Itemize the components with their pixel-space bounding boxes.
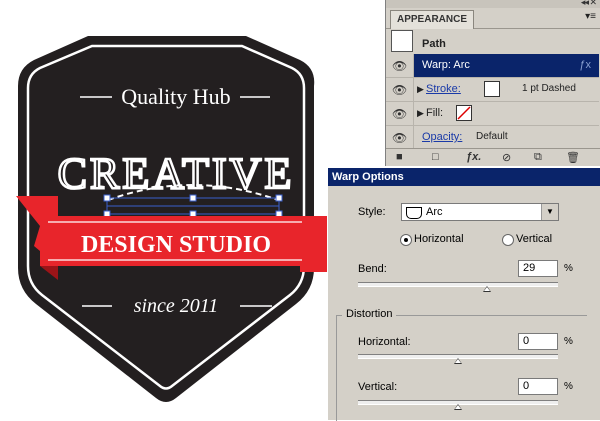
arc-style-icon	[406, 207, 422, 219]
warp-options-dialog: Warp Options Style: Arc ▼ Horizontal Ver…	[327, 168, 600, 421]
fx-icon[interactable]: ƒx	[579, 59, 591, 71]
bend-percent: %	[564, 263, 573, 274]
horizontal-distortion-label: Horizontal:	[358, 336, 411, 348]
clear-icon[interactable]: ⊘	[502, 151, 511, 164]
horizontal-radio-label[interactable]: Horizontal	[414, 233, 464, 245]
top-text: Quality Hub	[121, 84, 230, 109]
distortion-label: Distortion	[342, 308, 397, 320]
stroke-link[interactable]: Stroke:	[426, 83, 461, 95]
ribbon-text: DESIGN STUDIO	[81, 232, 271, 258]
bottom-text: since 2011	[134, 295, 219, 317]
path-thumbnail	[391, 30, 413, 52]
path-label: Path	[422, 38, 446, 50]
expand-triangle-icon[interactable]: ▶	[417, 84, 424, 95]
new-layer-icon[interactable]: □	[432, 151, 439, 163]
duplicate-icon[interactable]: ⧉	[534, 151, 542, 164]
panel-menu-icon[interactable]: ▾≡	[585, 11, 596, 22]
badge-artwork: Quality Hub CREATIVE DESIGN STUDIO since…	[16, 36, 330, 402]
horizontal-radio[interactable]	[400, 234, 412, 246]
bend-input[interactable]: 29	[518, 260, 558, 277]
dialog-title[interactable]: Warp Options	[328, 168, 600, 186]
warp-effect-link[interactable]: Warp: Arc	[422, 59, 470, 71]
horizontal-slider-thumb[interactable]	[454, 358, 462, 364]
fill-cell[interactable]: ▶ Fill:	[413, 102, 599, 125]
vertical-radio[interactable]	[502, 234, 514, 246]
panel-tab-row: APPEARANCE ▾≡	[386, 8, 600, 29]
vertical-distortion-input[interactable]: 0	[518, 378, 558, 395]
appearance-panel: ◂◂ ✕ APPEARANCE ▾≡ Path 👁 Warp: Arc ƒx 👁…	[385, 0, 600, 166]
eye-icon[interactable]: 👁	[392, 83, 407, 97]
style-value: Arc	[426, 206, 443, 218]
panel-bottom-toolbar: ■ □ ƒx. ⊘ ⧉ 🗑	[386, 148, 600, 166]
opacity-row[interactable]: 👁 Opacity: Default	[386, 126, 599, 150]
stroke-value: 1 pt Dashed	[522, 83, 576, 94]
warp-row[interactable]: 👁 Warp: Arc ƒx	[386, 54, 599, 78]
fill-label: Fill:	[426, 107, 444, 119]
opacity-link[interactable]: Opacity:	[422, 131, 462, 143]
vertical-slider-thumb[interactable]	[454, 404, 462, 410]
bend-label: Bend:	[358, 263, 387, 275]
stroke-swatch[interactable]	[484, 81, 500, 97]
stroke-cell[interactable]: ▶ Stroke: 1 pt Dashed	[413, 78, 599, 101]
eye-icon[interactable]: 👁	[392, 107, 407, 121]
bend-slider-thumb[interactable]	[483, 286, 491, 292]
opacity-cell[interactable]: Opacity: Default	[413, 126, 599, 149]
style-select[interactable]: Arc ▼	[401, 203, 559, 221]
vertical-percent: %	[564, 381, 573, 392]
main-title: CREATIVE	[58, 149, 295, 198]
fx-icon[interactable]: ƒx.	[466, 151, 481, 163]
bend-slider-track[interactable]	[358, 282, 558, 287]
none-slash-icon	[457, 106, 471, 120]
panel-collapse-strip[interactable]: ◂◂ ✕	[386, 0, 600, 8]
square-icon[interactable]: ■	[396, 151, 403, 163]
style-label: Style:	[358, 206, 386, 218]
opacity-value: Default	[476, 131, 508, 142]
expand-triangle-icon[interactable]: ▶	[417, 108, 424, 119]
trash-icon[interactable]: 🗑	[566, 151, 580, 164]
eye-icon[interactable]: 👁	[392, 59, 407, 73]
collapse-arrows-icon[interactable]: ◂◂ ✕	[581, 0, 597, 8]
eye-icon[interactable]: 👁	[392, 131, 407, 145]
horizontal-distortion-input[interactable]: 0	[518, 333, 558, 350]
chevron-down-icon[interactable]: ▼	[541, 204, 558, 220]
stroke-row[interactable]: 👁 ▶ Stroke: 1 pt Dashed	[386, 78, 599, 102]
warp-cell[interactable]: Warp: Arc ƒx	[413, 54, 599, 77]
fill-none-swatch[interactable]	[456, 105, 472, 121]
fill-row[interactable]: 👁 ▶ Fill:	[386, 102, 599, 126]
vertical-radio-label[interactable]: Vertical	[516, 233, 552, 245]
vertical-distortion-label: Vertical:	[358, 381, 398, 393]
appearance-tab[interactable]: APPEARANCE	[390, 10, 475, 29]
horizontal-percent: %	[564, 336, 573, 347]
